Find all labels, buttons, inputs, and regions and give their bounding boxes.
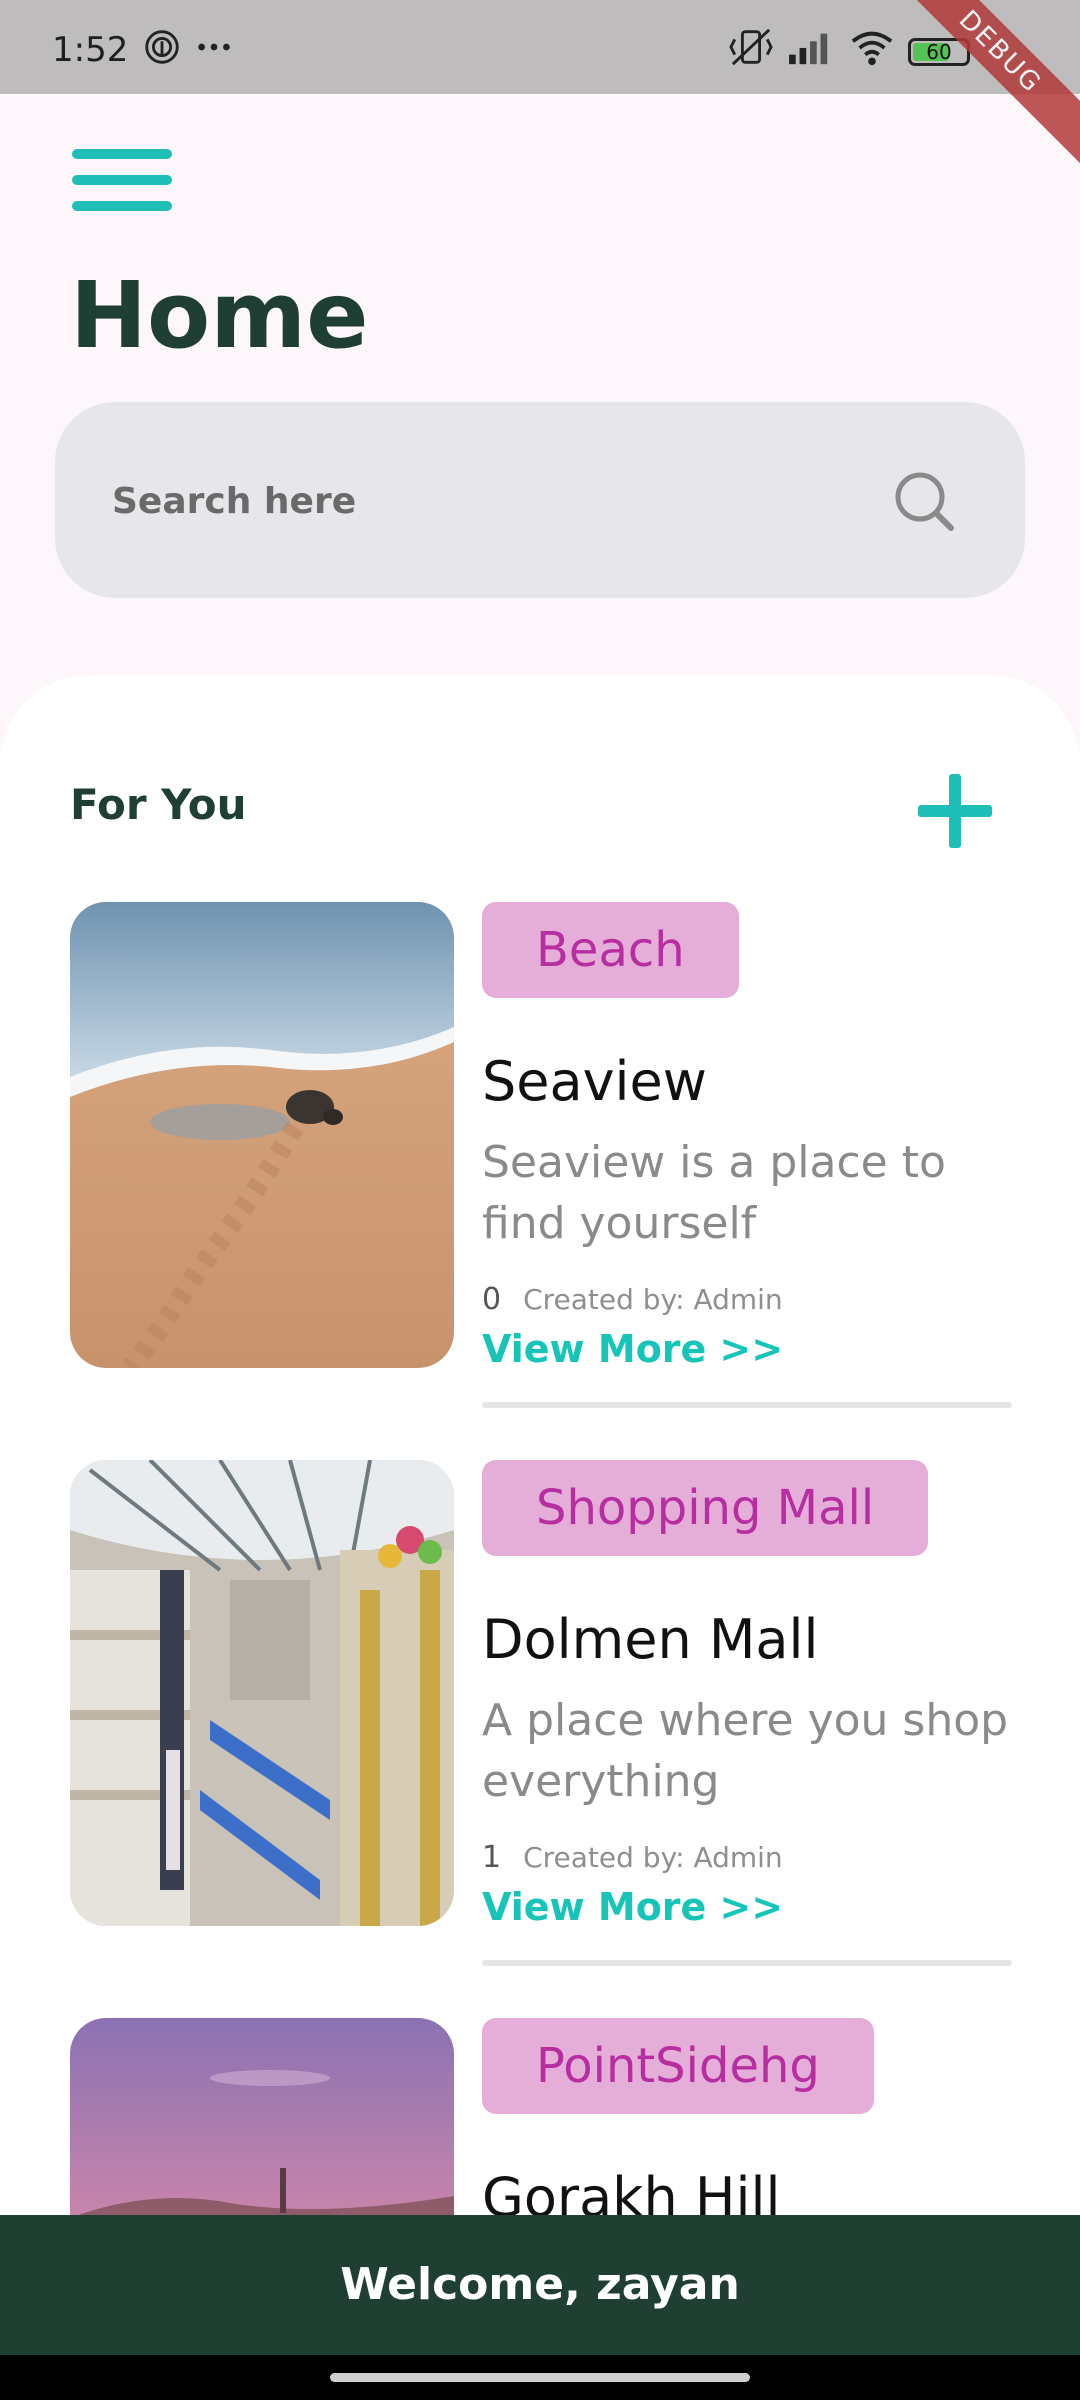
place-count: 1 bbox=[482, 1840, 502, 1875]
place-image-beach[interactable] bbox=[70, 902, 454, 1368]
fingerprint-icon bbox=[145, 30, 179, 64]
category-chip[interactable]: Beach bbox=[482, 902, 739, 998]
view-more-link[interactable]: View More >> bbox=[482, 1327, 783, 1371]
meta-row: 0 Created by: Admin bbox=[482, 1282, 783, 1317]
search-bar bbox=[55, 402, 1025, 598]
more-dots-icon bbox=[198, 43, 230, 51]
place-name: Gorakh Hill bbox=[482, 2166, 781, 2215]
search-input[interactable] bbox=[110, 462, 874, 540]
category-chip[interactable]: PointSidehg bbox=[482, 2018, 874, 2114]
status-time: 1:52 bbox=[52, 30, 129, 70]
place-description: Seaview is a place to find yourself bbox=[482, 1137, 946, 1249]
system-nav-bar bbox=[0, 2355, 1080, 2400]
category-chip[interactable]: Shopping Mall bbox=[482, 1460, 929, 1556]
created-by: Created by: Admin bbox=[523, 1283, 783, 1316]
place-image-hill[interactable] bbox=[70, 2018, 454, 2215]
status-bar: 1:52 60 DEBUG bbox=[0, 0, 1080, 174]
view-more-link[interactable]: View More >> bbox=[482, 1885, 783, 1929]
created-by: Created by: Admin bbox=[523, 1841, 783, 1874]
place-card[interactable]: PointSidehg Gorakh Hill bbox=[0, 2018, 1080, 2215]
card-divider bbox=[482, 1960, 1012, 1966]
meta-row: 1 Created by: Admin bbox=[482, 1840, 783, 1875]
place-card[interactable]: Beach Seaview Seaview is a place to find… bbox=[0, 902, 1080, 1462]
menu-line bbox=[72, 201, 172, 211]
place-image-mall[interactable] bbox=[70, 1460, 454, 1926]
section-title: For You bbox=[70, 780, 247, 829]
place-count: 0 bbox=[482, 1282, 502, 1317]
debug-banner: DEBUG bbox=[878, 0, 1080, 174]
place-card[interactable]: Shopping Mall Dolmen Mall A place where … bbox=[0, 1460, 1080, 2020]
wifi-icon bbox=[851, 31, 893, 66]
home-indicator[interactable] bbox=[330, 2373, 750, 2382]
menu-line bbox=[72, 175, 172, 185]
welcome-banner: Welcome, zayan bbox=[0, 2215, 1080, 2355]
cell-signal-icon bbox=[789, 33, 828, 65]
place-name: Seaview bbox=[482, 1050, 707, 1113]
add-icon[interactable] bbox=[914, 770, 996, 852]
page-title: Home bbox=[70, 262, 369, 369]
menu-button[interactable] bbox=[72, 145, 172, 215]
search-icon[interactable] bbox=[875, 452, 975, 552]
place-name: Dolmen Mall bbox=[482, 1608, 819, 1671]
battery-level: 60 bbox=[926, 40, 952, 64]
vibrate-off-icon bbox=[729, 28, 773, 66]
menu-line bbox=[72, 149, 172, 159]
place-description: A place where you shop everything bbox=[482, 1695, 1009, 1807]
card-divider bbox=[482, 1402, 1012, 1408]
